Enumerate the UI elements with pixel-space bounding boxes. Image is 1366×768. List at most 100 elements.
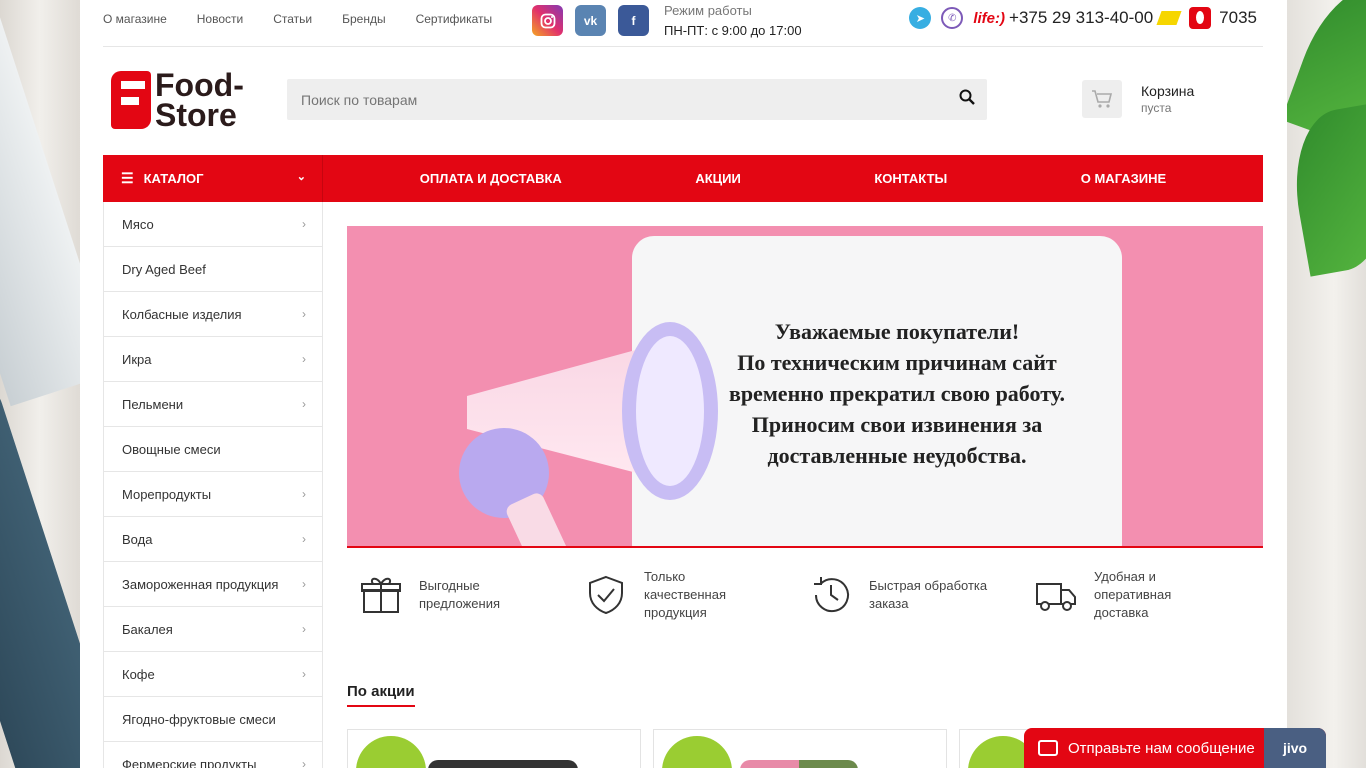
- top-nav-certificates[interactable]: Сертификаты: [416, 12, 493, 26]
- knife-blade-decoration: [0, 0, 80, 407]
- top-nav-brands[interactable]: Бренды: [342, 12, 385, 26]
- sidebar-item-label: Мясо: [122, 216, 154, 232]
- chevron-right-icon: ›: [302, 217, 306, 231]
- top-nav-news[interactable]: Новости: [197, 12, 243, 26]
- page: О магазине Новости Статьи Бренды Сертифи…: [80, 0, 1287, 768]
- social-links: vk f: [532, 5, 661, 36]
- features-row: Выгодные предложения Только качественная…: [360, 569, 1260, 620]
- announcement-banner[interactable]: Уважаемые покупатели! По техническим при…: [347, 226, 1263, 548]
- chevron-right-icon: ›: [302, 577, 306, 591]
- search-icon[interactable]: [959, 89, 975, 105]
- feature-item: Выгодные предложения: [360, 570, 585, 620]
- top-nav-articles[interactable]: Статьи: [273, 12, 312, 26]
- main-nav-links: ОПЛАТА И ДОСТАВКА АКЦИИ КОНТАКТЫ О МАГАЗ…: [323, 155, 1263, 202]
- sidebar-item[interactable]: Колбасные изделия ›: [104, 292, 322, 337]
- feature-text: Удобная и оперативная доставка: [1094, 569, 1172, 620]
- chat-widget-button[interactable]: Отправьте нам сообщение jivo: [1024, 728, 1326, 768]
- sidebar-item[interactable]: Кофе ›: [104, 652, 322, 697]
- mts-operator-icon: [1189, 7, 1212, 29]
- sidebar-item[interactable]: Бакалея ›: [104, 607, 322, 652]
- gift-icon: [361, 577, 401, 613]
- shield-check-icon: [589, 575, 623, 615]
- chevron-right-icon: ›: [302, 622, 306, 636]
- chat-icon: [1038, 740, 1058, 756]
- sidebar-item-label: Колбасные изделия: [122, 306, 242, 322]
- vk-icon[interactable]: vk: [575, 5, 606, 36]
- chevron-down-icon: ⌄: [296, 171, 306, 183]
- banner-line: Уважаемые покупатели!: [774, 319, 1020, 344]
- catalog-button[interactable]: ☰ КАТАЛОГ ⌄: [103, 155, 323, 202]
- sidebar-item[interactable]: Фермерские продукты ›: [104, 742, 322, 768]
- sidebar-item-label: Вода: [122, 531, 153, 547]
- sidebar-item[interactable]: Вода ›: [104, 517, 322, 562]
- sidebar-item-label: Ягодно-фруктовые смеси: [122, 711, 276, 727]
- product-image: [428, 760, 578, 768]
- catalog-label: КАТАЛОГ: [143, 171, 204, 186]
- chevron-right-icon: ›: [302, 352, 306, 366]
- nav-contacts[interactable]: КОНТАКТЫ: [874, 171, 947, 186]
- viber-icon[interactable]: ✆: [941, 7, 964, 29]
- clock-icon: [814, 577, 849, 613]
- background-left: [0, 0, 80, 768]
- nav-about[interactable]: О МАГАЗИНЕ: [1081, 171, 1166, 186]
- instagram-icon[interactable]: [532, 5, 563, 36]
- work-hours: Режим работы ПН-ПТ: с 9:00 до 17:00: [664, 3, 802, 38]
- chevron-right-icon: ›: [302, 397, 306, 411]
- search-bar: [287, 79, 987, 120]
- sidebar-item-label: Кофе: [122, 666, 155, 682]
- product-card[interactable]: [653, 729, 947, 768]
- phone-main[interactable]: +375 29 313-40-00: [1009, 8, 1153, 28]
- sidebar-item[interactable]: Мясо ›: [104, 202, 322, 247]
- banner-text: Уважаемые покупатели! По техническим при…: [677, 316, 1117, 471]
- jivo-logo: jivo: [1264, 728, 1326, 768]
- nav-promotions[interactable]: АКЦИИ: [695, 171, 741, 186]
- site-logo[interactable]: Food- Store: [111, 69, 244, 131]
- catalog-sidebar: Мясо › Dry Aged Beef Колбасные изделия › Икра…: [103, 202, 323, 768]
- cart-icon[interactable]: [1082, 80, 1122, 118]
- work-hours-value: ПН-ПТ: с 9:00 до 17:00: [664, 23, 802, 38]
- sidebar-item[interactable]: Пельмени ›: [104, 382, 322, 427]
- contact-phones: ➤ ✆ life:) +375 29 313-40-00 7035: [909, 7, 1263, 29]
- sidebar-item[interactable]: Dry Aged Beef: [104, 247, 322, 292]
- facebook-icon[interactable]: f: [618, 5, 649, 36]
- sidebar-item-label: Икра: [122, 351, 152, 367]
- chevron-right-icon: ›: [302, 667, 306, 681]
- banner-line: По техническим причинам сайт: [737, 350, 1057, 375]
- chevron-right-icon: ›: [302, 487, 306, 501]
- cart-title: Корзина: [1141, 83, 1195, 99]
- logo-text: Food- Store: [155, 69, 244, 131]
- banner-line: временно прекратил свою работу.: [728, 381, 1066, 406]
- top-nav: О магазине Новости Статьи Бренды Сертифи…: [103, 12, 522, 26]
- search-input[interactable]: [287, 79, 927, 120]
- sidebar-item-label: Овощные смеси: [122, 441, 221, 457]
- a1-operator-icon: [1156, 11, 1182, 25]
- sidebar-item-label: Фермерские продукты: [122, 756, 257, 768]
- leaf-decoration: [1286, 103, 1366, 277]
- main-nav: ☰ КАТАЛОГ ⌄ ОПЛАТА И ДОСТАВКА АКЦИИ КОНТ…: [103, 155, 1263, 202]
- feature-text: Только качественная продукция: [644, 569, 726, 620]
- truck-icon: [1036, 583, 1076, 611]
- product-card[interactable]: [347, 729, 641, 768]
- menu-icon: ☰: [121, 170, 134, 186]
- work-hours-label: Режим работы: [664, 3, 752, 18]
- sidebar-item[interactable]: Овощные смеси: [104, 427, 322, 472]
- telegram-icon[interactable]: ➤: [909, 7, 932, 29]
- life-operator-logo: life:): [973, 9, 1006, 27]
- feature-text: Быстрая обработка заказа: [869, 578, 988, 611]
- chat-label: Отправьте нам сообщение: [1068, 739, 1255, 757]
- sidebar-item[interactable]: Морепродукты ›: [104, 472, 322, 517]
- chevron-right-icon: ›: [302, 757, 306, 768]
- sidebar-item[interactable]: Замороженная продукция ›: [104, 562, 322, 607]
- banner-line: доставленные неудобства.: [767, 443, 1027, 468]
- chevron-right-icon: ›: [302, 532, 306, 546]
- nav-payment-delivery[interactable]: ОПЛАТА И ДОСТАВКА: [420, 171, 562, 186]
- sidebar-item-label: Пельмени: [122, 396, 184, 412]
- sidebar-item[interactable]: Ягодно-фруктовые смеси: [104, 697, 322, 742]
- feature-text: Выгодные предложения: [419, 578, 501, 611]
- sidebar-item[interactable]: Икра ›: [104, 337, 322, 382]
- feature-item: Удобная и оперативная доставка: [1035, 569, 1260, 620]
- cart[interactable]: Корзина пуста: [1082, 80, 1194, 118]
- chevron-right-icon: ›: [302, 307, 306, 321]
- phone-short[interactable]: 7035: [1219, 8, 1257, 28]
- top-nav-about[interactable]: О магазине: [103, 12, 167, 26]
